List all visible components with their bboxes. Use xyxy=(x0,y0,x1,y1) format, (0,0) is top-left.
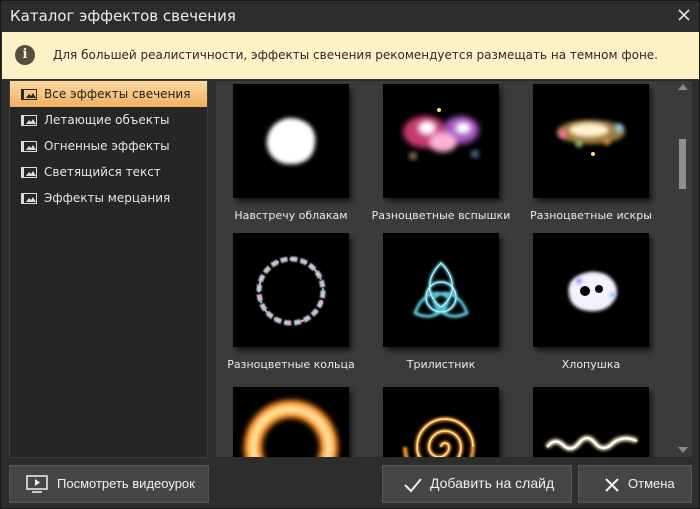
effect-thumbnail xyxy=(233,387,349,457)
cancel-label: Отмена xyxy=(628,476,675,491)
image-icon xyxy=(21,193,37,204)
effect-thumbnail xyxy=(233,84,349,198)
image-icon xyxy=(21,167,37,178)
scroll-up-arrow-icon[interactable] xyxy=(678,84,688,90)
info-icon: i xyxy=(15,45,35,65)
sidebar-item-label: Все эффекты свечения xyxy=(44,87,191,101)
effect-thumbnail xyxy=(533,233,649,347)
cancel-x-icon xyxy=(605,478,619,492)
scroll-down-arrow-icon[interactable] xyxy=(678,447,688,453)
sidebar-item-label: Летающие объекты xyxy=(44,113,170,127)
effect-label: Разноцветные искры xyxy=(530,209,652,222)
effect-thumbnail xyxy=(383,84,499,198)
info-bar: i Для большей реалистичности, эффекты св… xyxy=(2,32,699,79)
add-to-slide-button[interactable]: Добавить на слайд xyxy=(382,465,572,503)
video-play-icon xyxy=(26,475,48,493)
image-icon xyxy=(21,141,37,152)
effect-thumbnail xyxy=(233,233,349,347)
watch-video-button[interactable]: Посмотреть видеоурок xyxy=(9,465,209,503)
effect-label: Трилистник xyxy=(406,358,476,371)
effect-thumbnail xyxy=(383,233,499,347)
effects-gallery: Навстречу облакам Разноцветные вспышки Р… xyxy=(215,80,693,458)
info-text: Для большей реалистичности, эффекты свеч… xyxy=(53,48,658,62)
dialog-window: Каталог эффектов свечения i Для большей … xyxy=(0,0,700,509)
image-icon xyxy=(21,115,37,126)
scroll-thumb[interactable] xyxy=(679,139,686,189)
effect-thumbnail xyxy=(533,84,649,198)
add-to-slide-label: Добавить на слайд xyxy=(430,475,555,491)
gallery-scrollbar[interactable] xyxy=(675,81,691,457)
effect-label: Навстречу облакам xyxy=(234,209,348,222)
sidebar-item-label: Светящийся текст xyxy=(44,165,161,179)
sidebar-item-fire-effects[interactable]: Огненные эффекты xyxy=(10,133,207,159)
sidebar-item-all-effects[interactable]: Все эффекты свечения xyxy=(10,81,207,107)
window-title: Каталог эффектов свечения xyxy=(10,7,236,25)
effect-thumbnail xyxy=(533,387,649,457)
close-button[interactable] xyxy=(675,6,693,24)
close-icon xyxy=(678,9,690,21)
effect-label: Хлопушка xyxy=(561,358,621,371)
category-sidebar: Все эффекты свечения Летающие объекты Ог… xyxy=(9,80,208,458)
image-icon xyxy=(21,89,37,100)
title-bar: Каталог эффектов свечения xyxy=(1,1,699,31)
sidebar-item-glowing-text[interactable]: Светящийся текст xyxy=(10,159,207,185)
effect-label: Разноцветные кольца xyxy=(227,358,355,371)
sidebar-item-twinkle-effects[interactable]: Эффекты мерцания xyxy=(10,185,207,211)
cancel-button[interactable]: Отмена xyxy=(578,465,692,503)
sidebar-item-label: Эффекты мерцания xyxy=(44,191,171,205)
watch-video-label: Посмотреть видеоурок xyxy=(57,476,195,491)
sidebar-item-label: Огненные эффекты xyxy=(44,139,170,153)
effect-label: Разноцветные вспышки xyxy=(371,209,511,222)
sidebar-item-flying-objects[interactable]: Летающие объекты xyxy=(10,107,207,133)
check-icon xyxy=(404,478,422,493)
effect-thumbnail xyxy=(383,387,499,457)
